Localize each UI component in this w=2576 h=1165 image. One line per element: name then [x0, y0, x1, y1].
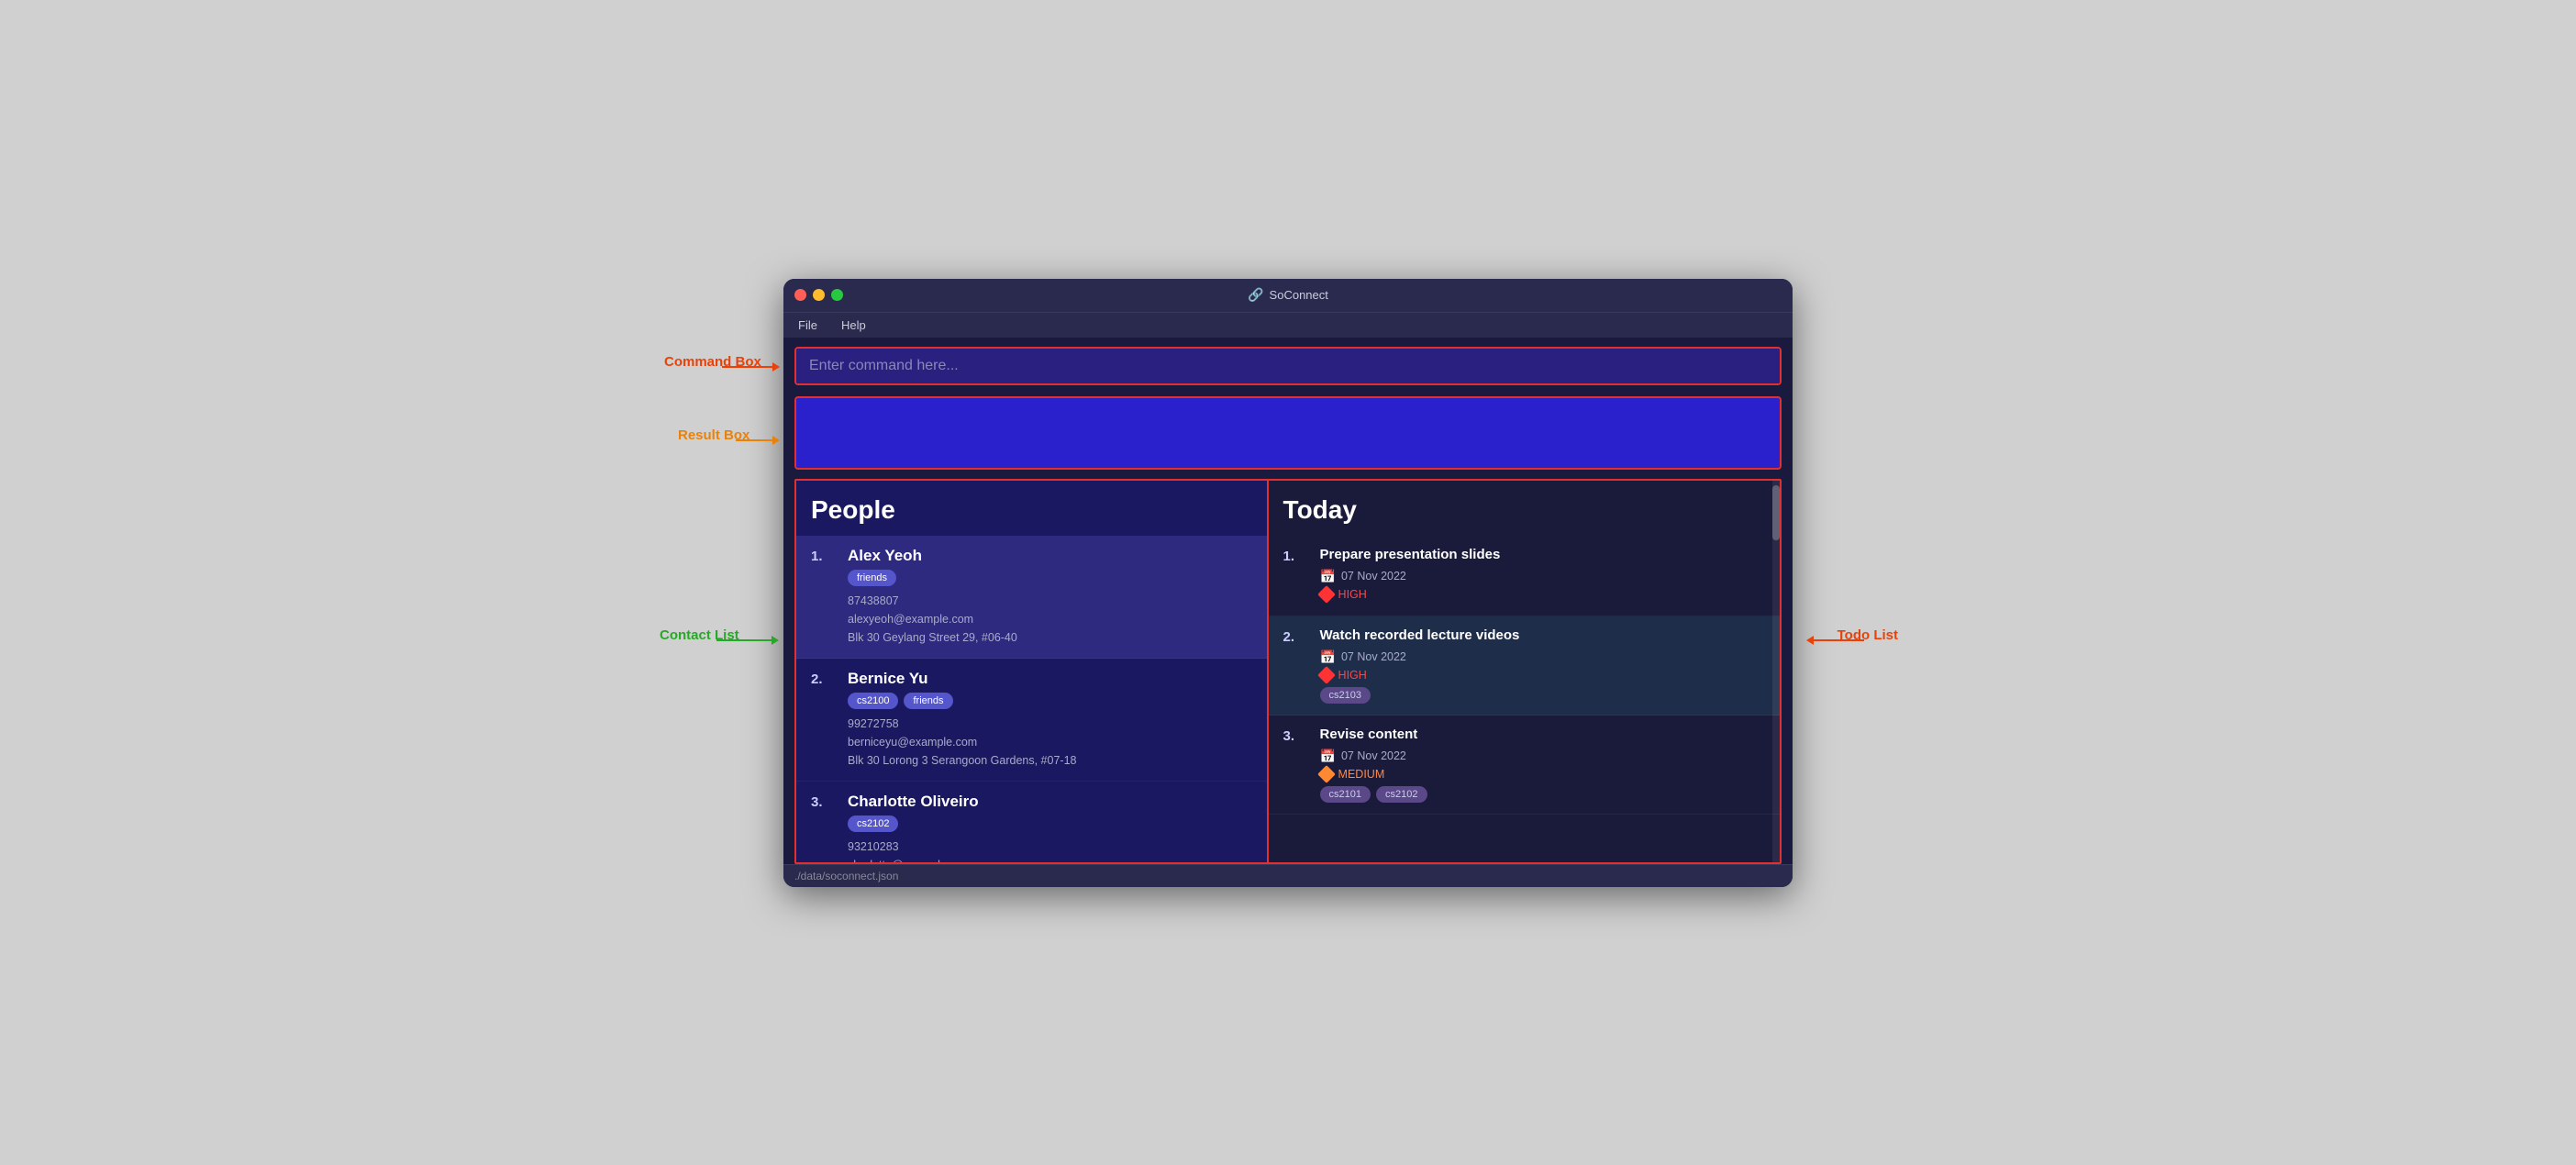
calendar-icon: 📅 [1320, 649, 1336, 665]
people-panel: People 1. Alex Yeoh friends 87438807 ale… [796, 481, 1269, 862]
tag: friends [904, 693, 952, 709]
minimize-button[interactable] [813, 289, 825, 301]
result-box [794, 396, 1782, 470]
priority-icon [1317, 585, 1336, 604]
result-section [783, 391, 1793, 479]
contact-tags: friends [848, 570, 1252, 586]
command-input[interactable] [796, 349, 1780, 383]
todo-title: Revise content [1320, 727, 1761, 742]
command-input-wrapper [794, 347, 1782, 385]
contact-details: Bernice Yu cs2100 friends 99272758 berni… [848, 670, 1252, 770]
todo-date: 📅 07 Nov 2022 [1320, 749, 1761, 764]
contact-name: Charlotte Oliveiro [848, 793, 1252, 811]
people-panel-title: People [796, 495, 1267, 536]
priority-icon [1317, 666, 1336, 684]
contact-info: 99272758 berniceyu@example.com Blk 30 Lo… [848, 715, 1252, 770]
todo-title: Prepare presentation slides [1320, 547, 1761, 562]
statusbar-path: ./data/soconnect.json [794, 870, 898, 882]
todo-date: 📅 07 Nov 2022 [1320, 569, 1761, 584]
todo-item[interactable]: 3. Revise content 📅 07 Nov 2022 MEDIUM c [1269, 716, 1780, 815]
contact-number: 1. [811, 547, 837, 647]
contact-info: 87438807 alexyeoh@example.com Blk 30 Gey… [848, 592, 1252, 647]
todo-tags: cs2103 [1320, 687, 1761, 704]
priority-icon [1317, 765, 1336, 783]
app-icon: 🔗 [1248, 287, 1263, 303]
contact-name: Alex Yeoh [848, 547, 1252, 565]
todo-priority: MEDIUM [1320, 768, 1761, 781]
calendar-icon: 📅 [1320, 569, 1336, 584]
contact-name: Bernice Yu [848, 670, 1252, 688]
scrollbar-track[interactable] [1772, 481, 1780, 862]
contact-item[interactable]: 1. Alex Yeoh friends 87438807 alexyeoh@e… [796, 536, 1267, 659]
menu-help[interactable]: Help [838, 316, 870, 334]
today-panel-title: Today [1269, 495, 1780, 536]
todo-priority: HIGH [1320, 588, 1761, 601]
todo-item[interactable]: 1. Prepare presentation slides 📅 07 Nov … [1269, 536, 1780, 616]
tag: cs2102 [848, 816, 898, 832]
todo-tags: cs2101 cs2102 [1320, 786, 1761, 803]
tag: friends [848, 570, 896, 586]
todo-number: 1. [1283, 547, 1309, 605]
scrollbar-thumb[interactable] [1772, 485, 1780, 540]
todo-details: Revise content 📅 07 Nov 2022 MEDIUM cs21… [1320, 727, 1761, 803]
today-panel: Today 1. Prepare presentation slides 📅 0… [1269, 481, 1780, 862]
todo-number: 3. [1283, 727, 1309, 803]
contact-item[interactable]: 2. Bernice Yu cs2100 friends 99272758 be… [796, 659, 1267, 782]
maximize-button[interactable] [831, 289, 843, 301]
contact-tags: cs2100 friends [848, 693, 1252, 709]
main-content: People 1. Alex Yeoh friends 87438807 ale… [794, 479, 1782, 864]
contact-number: 2. [811, 670, 837, 770]
contact-tags: cs2102 [848, 816, 1252, 832]
command-section [783, 338, 1793, 391]
todo-details: Prepare presentation slides 📅 07 Nov 202… [1320, 547, 1761, 605]
statusbar: ./data/soconnect.json [783, 864, 1793, 887]
contact-info: 93210283 charlotte@example.com Blk 11 An… [848, 838, 1252, 862]
app-title: 🔗 SoConnect [1248, 287, 1328, 303]
todo-tag: cs2102 [1376, 786, 1427, 803]
todo-tag: cs2103 [1320, 687, 1371, 704]
todo-priority: HIGH [1320, 669, 1761, 682]
app-window: 🔗 SoConnect File Help People [783, 279, 1793, 887]
calendar-icon: 📅 [1320, 749, 1336, 764]
todo-item[interactable]: 2. Watch recorded lecture videos 📅 07 No… [1269, 616, 1780, 716]
contact-item[interactable]: 3. Charlotte Oliveiro cs2102 93210283 ch… [796, 782, 1267, 862]
contact-details: Charlotte Oliveiro cs2102 93210283 charl… [848, 793, 1252, 862]
traffic-lights [794, 289, 843, 301]
todo-date: 📅 07 Nov 2022 [1320, 649, 1761, 665]
todo-tag: cs2101 [1320, 786, 1371, 803]
todo-number: 2. [1283, 627, 1309, 704]
tag: cs2100 [848, 693, 898, 709]
contact-details: Alex Yeoh friends 87438807 alexyeoh@exam… [848, 547, 1252, 647]
todo-details: Watch recorded lecture videos 📅 07 Nov 2… [1320, 627, 1761, 704]
titlebar: 🔗 SoConnect [783, 279, 1793, 312]
todo-title: Watch recorded lecture videos [1320, 627, 1761, 643]
contact-number: 3. [811, 793, 837, 862]
menubar: File Help [783, 312, 1793, 338]
menu-file[interactable]: File [794, 316, 821, 334]
close-button[interactable] [794, 289, 806, 301]
